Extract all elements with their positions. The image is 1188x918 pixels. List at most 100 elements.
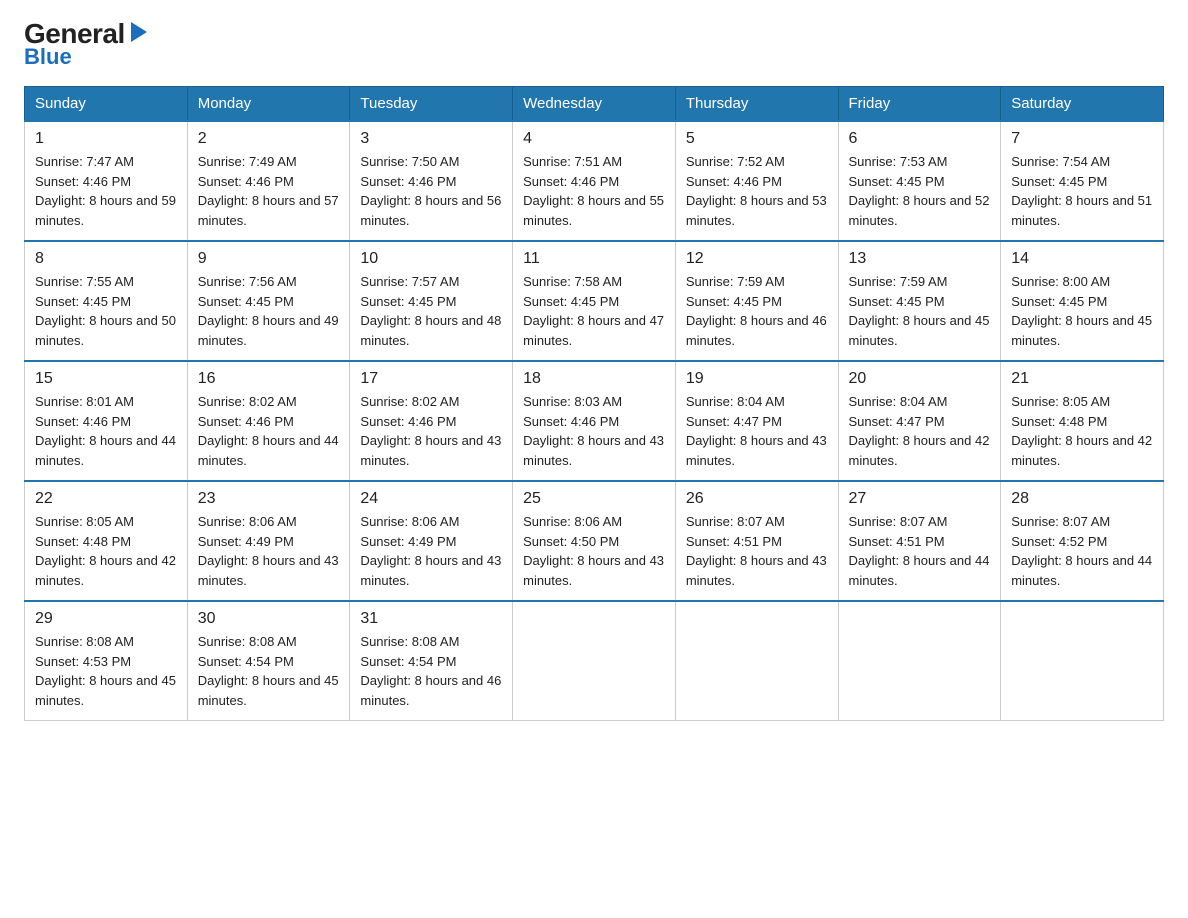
- calendar-week-row-1: 1 Sunrise: 7:47 AM Sunset: 4:46 PM Dayli…: [25, 121, 1164, 241]
- daylight-label: Daylight: 8 hours and 43 minutes.: [523, 433, 664, 468]
- daylight-label: Daylight: 8 hours and 46 minutes.: [360, 673, 501, 708]
- calendar-cell: 5 Sunrise: 7:52 AM Sunset: 4:46 PM Dayli…: [675, 121, 838, 241]
- sunrise-label: Sunrise: 8:08 AM: [198, 634, 297, 649]
- sunset-label: Sunset: 4:53 PM: [35, 654, 131, 669]
- calendar-cell: 30 Sunrise: 8:08 AM Sunset: 4:54 PM Dayl…: [187, 601, 350, 721]
- calendar-week-row-5: 29 Sunrise: 8:08 AM Sunset: 4:53 PM Dayl…: [25, 601, 1164, 721]
- sunset-label: Sunset: 4:46 PM: [360, 174, 456, 189]
- daylight-label: Daylight: 8 hours and 42 minutes.: [849, 433, 990, 468]
- sunset-label: Sunset: 4:46 PM: [686, 174, 782, 189]
- sunrise-label: Sunrise: 7:59 AM: [849, 274, 948, 289]
- calendar-cell: [1001, 601, 1164, 721]
- sunset-label: Sunset: 4:51 PM: [686, 534, 782, 549]
- sunset-label: Sunset: 4:47 PM: [686, 414, 782, 429]
- daylight-label: Daylight: 8 hours and 44 minutes.: [198, 433, 339, 468]
- sunrise-label: Sunrise: 8:06 AM: [360, 514, 459, 529]
- sunrise-label: Sunrise: 8:08 AM: [360, 634, 459, 649]
- sunset-label: Sunset: 4:46 PM: [198, 174, 294, 189]
- sunrise-label: Sunrise: 8:04 AM: [849, 394, 948, 409]
- daylight-label: Daylight: 8 hours and 44 minutes.: [35, 433, 176, 468]
- calendar-cell: 25 Sunrise: 8:06 AM Sunset: 4:50 PM Dayl…: [513, 481, 676, 601]
- daylight-label: Daylight: 8 hours and 56 minutes.: [360, 193, 501, 228]
- day-number: 25: [523, 490, 665, 508]
- day-info: Sunrise: 8:06 AM Sunset: 4:50 PM Dayligh…: [523, 512, 665, 590]
- calendar-cell: 14 Sunrise: 8:00 AM Sunset: 4:45 PM Dayl…: [1001, 241, 1164, 361]
- calendar-cell: 26 Sunrise: 8:07 AM Sunset: 4:51 PM Dayl…: [675, 481, 838, 601]
- day-info: Sunrise: 7:56 AM Sunset: 4:45 PM Dayligh…: [198, 272, 340, 350]
- day-number: 2: [198, 130, 340, 148]
- sunrise-label: Sunrise: 8:01 AM: [35, 394, 134, 409]
- calendar-cell: 19 Sunrise: 8:04 AM Sunset: 4:47 PM Dayl…: [675, 361, 838, 481]
- sunset-label: Sunset: 4:48 PM: [1011, 414, 1107, 429]
- header: General Blue: [24, 20, 1164, 68]
- daylight-label: Daylight: 8 hours and 43 minutes.: [523, 553, 664, 588]
- calendar-header-thursday: Thursday: [675, 87, 838, 122]
- day-number: 17: [360, 370, 502, 388]
- daylight-label: Daylight: 8 hours and 45 minutes.: [849, 313, 990, 348]
- calendar-cell: 29 Sunrise: 8:08 AM Sunset: 4:53 PM Dayl…: [25, 601, 188, 721]
- daylight-label: Daylight: 8 hours and 45 minutes.: [1011, 313, 1152, 348]
- sunrise-label: Sunrise: 7:47 AM: [35, 154, 134, 169]
- calendar-cell: 3 Sunrise: 7:50 AM Sunset: 4:46 PM Dayli…: [350, 121, 513, 241]
- day-info: Sunrise: 8:01 AM Sunset: 4:46 PM Dayligh…: [35, 392, 177, 470]
- sunset-label: Sunset: 4:46 PM: [360, 414, 456, 429]
- sunset-label: Sunset: 4:48 PM: [35, 534, 131, 549]
- calendar-cell: 20 Sunrise: 8:04 AM Sunset: 4:47 PM Dayl…: [838, 361, 1001, 481]
- day-info: Sunrise: 8:08 AM Sunset: 4:53 PM Dayligh…: [35, 632, 177, 710]
- calendar-cell: [513, 601, 676, 721]
- sunrise-label: Sunrise: 8:06 AM: [523, 514, 622, 529]
- sunrise-label: Sunrise: 7:55 AM: [35, 274, 134, 289]
- sunset-label: Sunset: 4:54 PM: [198, 654, 294, 669]
- day-number: 8: [35, 250, 177, 268]
- logo-arrow-icon: [131, 22, 147, 42]
- calendar-cell: 11 Sunrise: 7:58 AM Sunset: 4:45 PM Dayl…: [513, 241, 676, 361]
- daylight-label: Daylight: 8 hours and 42 minutes.: [1011, 433, 1152, 468]
- calendar-table: SundayMondayTuesdayWednesdayThursdayFrid…: [24, 86, 1164, 721]
- daylight-label: Daylight: 8 hours and 45 minutes.: [198, 673, 339, 708]
- day-info: Sunrise: 8:03 AM Sunset: 4:46 PM Dayligh…: [523, 392, 665, 470]
- calendar-header-friday: Friday: [838, 87, 1001, 122]
- sunset-label: Sunset: 4:45 PM: [360, 294, 456, 309]
- day-number: 18: [523, 370, 665, 388]
- day-info: Sunrise: 8:00 AM Sunset: 4:45 PM Dayligh…: [1011, 272, 1153, 350]
- day-number: 29: [35, 610, 177, 628]
- sunset-label: Sunset: 4:46 PM: [523, 414, 619, 429]
- calendar-cell: 27 Sunrise: 8:07 AM Sunset: 4:51 PM Dayl…: [838, 481, 1001, 601]
- daylight-label: Daylight: 8 hours and 43 minutes.: [686, 553, 827, 588]
- day-number: 26: [686, 490, 828, 508]
- calendar-cell: 1 Sunrise: 7:47 AM Sunset: 4:46 PM Dayli…: [25, 121, 188, 241]
- day-info: Sunrise: 7:52 AM Sunset: 4:46 PM Dayligh…: [686, 152, 828, 230]
- calendar-cell: 9 Sunrise: 7:56 AM Sunset: 4:45 PM Dayli…: [187, 241, 350, 361]
- sunset-label: Sunset: 4:45 PM: [849, 174, 945, 189]
- day-number: 11: [523, 250, 665, 268]
- sunrise-label: Sunrise: 8:07 AM: [686, 514, 785, 529]
- calendar-cell: 31 Sunrise: 8:08 AM Sunset: 4:54 PM Dayl…: [350, 601, 513, 721]
- day-number: 7: [1011, 130, 1153, 148]
- daylight-label: Daylight: 8 hours and 57 minutes.: [198, 193, 339, 228]
- day-info: Sunrise: 7:57 AM Sunset: 4:45 PM Dayligh…: [360, 272, 502, 350]
- day-number: 21: [1011, 370, 1153, 388]
- day-info: Sunrise: 8:02 AM Sunset: 4:46 PM Dayligh…: [360, 392, 502, 470]
- day-number: 16: [198, 370, 340, 388]
- daylight-label: Daylight: 8 hours and 49 minutes.: [198, 313, 339, 348]
- daylight-label: Daylight: 8 hours and 59 minutes.: [35, 193, 176, 228]
- calendar-header-wednesday: Wednesday: [513, 87, 676, 122]
- sunset-label: Sunset: 4:49 PM: [360, 534, 456, 549]
- sunrise-label: Sunrise: 7:53 AM: [849, 154, 948, 169]
- sunset-label: Sunset: 4:45 PM: [198, 294, 294, 309]
- day-info: Sunrise: 8:05 AM Sunset: 4:48 PM Dayligh…: [1011, 392, 1153, 470]
- calendar-week-row-3: 15 Sunrise: 8:01 AM Sunset: 4:46 PM Dayl…: [25, 361, 1164, 481]
- day-info: Sunrise: 7:55 AM Sunset: 4:45 PM Dayligh…: [35, 272, 177, 350]
- day-number: 24: [360, 490, 502, 508]
- day-info: Sunrise: 7:49 AM Sunset: 4:46 PM Dayligh…: [198, 152, 340, 230]
- daylight-label: Daylight: 8 hours and 44 minutes.: [1011, 553, 1152, 588]
- sunrise-label: Sunrise: 8:07 AM: [849, 514, 948, 529]
- calendar-week-row-2: 8 Sunrise: 7:55 AM Sunset: 4:45 PM Dayli…: [25, 241, 1164, 361]
- day-number: 12: [686, 250, 828, 268]
- calendar-cell: 22 Sunrise: 8:05 AM Sunset: 4:48 PM Dayl…: [25, 481, 188, 601]
- day-number: 5: [686, 130, 828, 148]
- sunrise-label: Sunrise: 8:06 AM: [198, 514, 297, 529]
- day-info: Sunrise: 8:08 AM Sunset: 4:54 PM Dayligh…: [198, 632, 340, 710]
- sunrise-label: Sunrise: 8:02 AM: [198, 394, 297, 409]
- sunset-label: Sunset: 4:45 PM: [1011, 174, 1107, 189]
